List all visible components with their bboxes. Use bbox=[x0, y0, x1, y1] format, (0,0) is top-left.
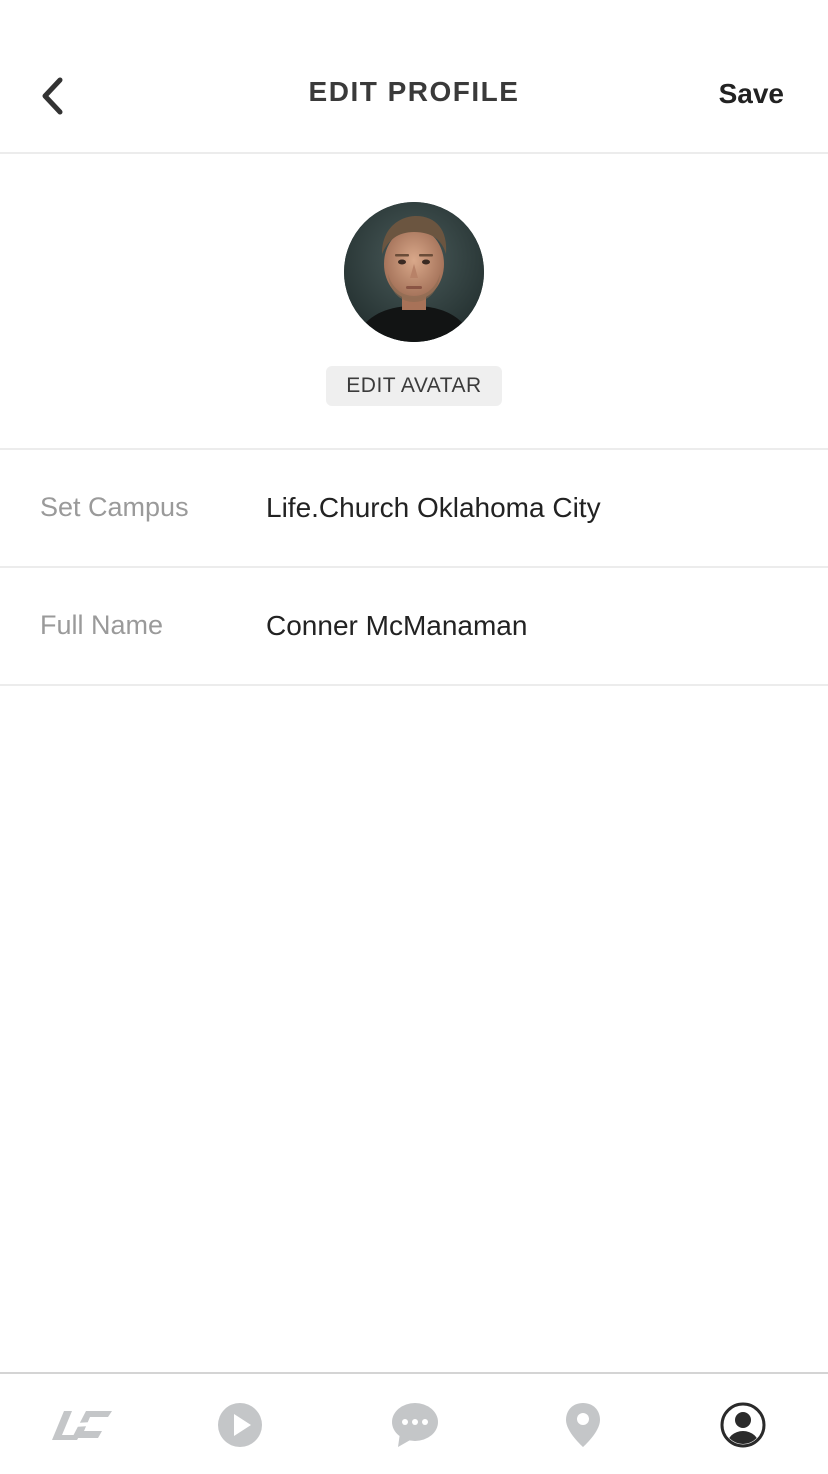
tab-profile[interactable] bbox=[693, 1394, 793, 1456]
header-bar: EDIT PROFILE Save bbox=[0, 0, 828, 154]
avatar-photo bbox=[344, 202, 484, 342]
lc-logo-icon bbox=[52, 1411, 112, 1440]
chat-icon bbox=[392, 1403, 438, 1447]
full-name-row[interactable]: Full Name Conner McManaman bbox=[0, 568, 828, 686]
location-pin-icon bbox=[566, 1403, 600, 1447]
profile-icon bbox=[720, 1402, 766, 1448]
tab-watch[interactable] bbox=[190, 1394, 290, 1456]
set-campus-label: Set Campus bbox=[40, 492, 189, 522]
save-button[interactable]: Save bbox=[719, 78, 784, 110]
edit-avatar-button[interactable]: EDIT AVATAR bbox=[326, 366, 502, 406]
tab-locations[interactable] bbox=[533, 1394, 633, 1456]
avatar[interactable] bbox=[344, 202, 484, 342]
play-icon bbox=[218, 1403, 262, 1447]
tab-chat[interactable] bbox=[365, 1394, 465, 1456]
tab-bar bbox=[0, 1372, 828, 1474]
tab-home[interactable] bbox=[32, 1394, 132, 1456]
set-campus-row[interactable]: Set Campus Life.Church Oklahoma City bbox=[0, 450, 828, 568]
set-campus-value[interactable]: Life.Church Oklahoma City bbox=[266, 492, 601, 524]
full-name-field[interactable]: Conner McManaman bbox=[266, 610, 527, 642]
full-name-label: Full Name bbox=[40, 610, 164, 640]
page-title: EDIT PROFILE bbox=[308, 76, 520, 107]
avatar-section: EDIT AVATAR bbox=[0, 154, 828, 450]
